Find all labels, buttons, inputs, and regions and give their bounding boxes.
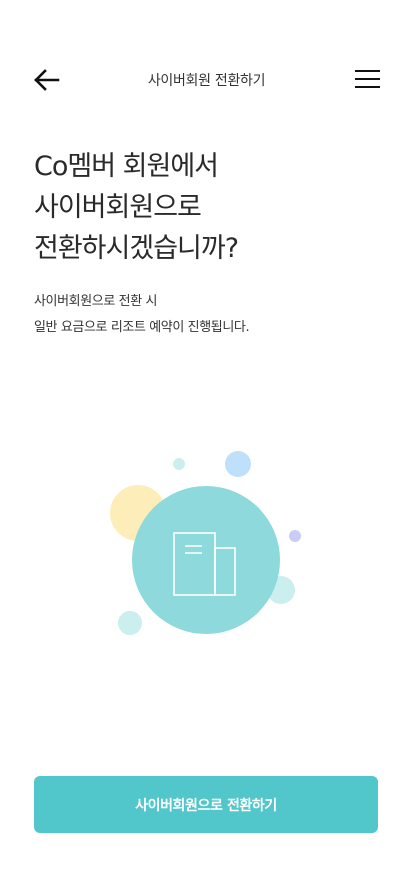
conversion-illustration xyxy=(100,445,310,645)
headline: Co멤버 회원에서 사이버회원으로 전환하시겠습니까? xyxy=(34,146,384,269)
small-teal-bubble xyxy=(173,458,185,470)
bottom-teal-bubble xyxy=(118,611,142,635)
hamburger-menu-icon xyxy=(355,70,380,88)
menu-button[interactable] xyxy=(355,68,381,90)
description: 사이버회원으로 전환 시 일반 요금으로 리조트 예약이 진행됩니다. xyxy=(34,289,384,341)
purple-bubble xyxy=(289,530,301,542)
main-circle xyxy=(132,486,280,634)
page-title: 사이버회원 전환하기 xyxy=(147,73,266,89)
convert-button[interactable]: 사이버회원으로 전환하기 xyxy=(34,776,378,833)
description-line: 사이버회원으로 전환 시 xyxy=(34,294,158,309)
description-line: 일반 요금으로 리조트 예약이 진행됩니다. xyxy=(34,320,250,335)
headline-line: Co멤버 회원에서 xyxy=(34,151,219,182)
headline-line: 사이버회원으로 xyxy=(34,192,202,223)
headline-line: 전환하시겠습니까? xyxy=(34,233,239,264)
app-header: 사이버회원 전환하기 xyxy=(0,58,413,102)
blue-bubble xyxy=(225,451,251,477)
